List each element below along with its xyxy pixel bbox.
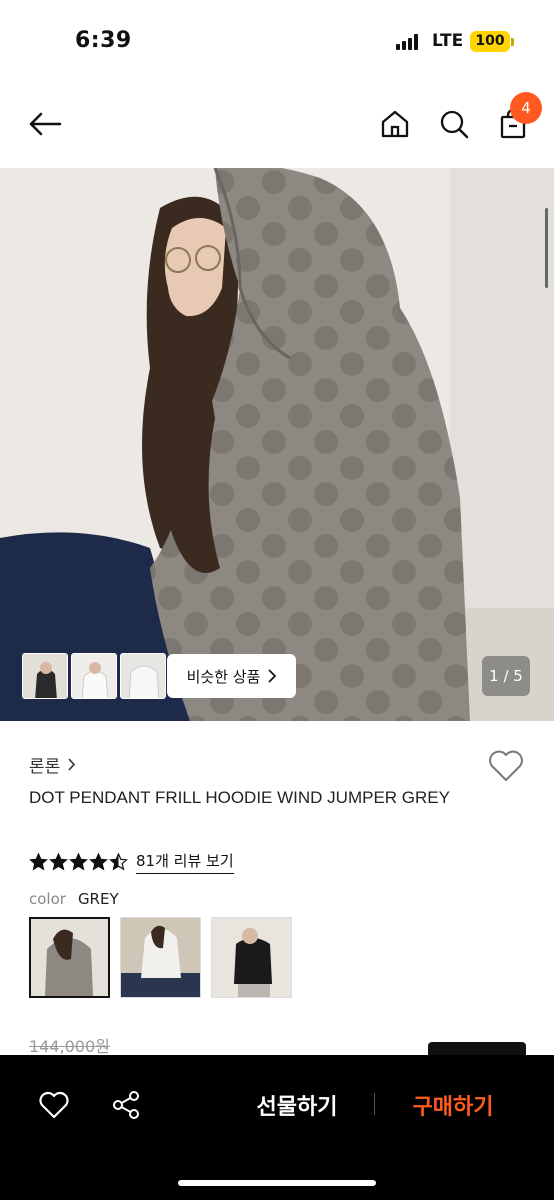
thumbnail-strip xyxy=(22,653,166,699)
thumbnail-3[interactable] xyxy=(120,653,166,699)
scrollbar[interactable] xyxy=(545,208,548,288)
bottom-action-bar: 선물하기 구매하기 xyxy=(0,1055,554,1200)
heart-icon xyxy=(489,750,523,781)
star-rating xyxy=(29,853,128,871)
similar-products-button[interactable]: 비슷한 상품 xyxy=(167,654,296,698)
share-button[interactable] xyxy=(108,1087,144,1123)
brand-link[interactable]: 론론 xyxy=(29,752,76,777)
share-icon xyxy=(113,1091,139,1119)
chevron-right-icon xyxy=(268,669,277,683)
product-name: DOT PENDANT FRILL HOODIE WIND JUMPER GRE… xyxy=(29,788,450,807)
signal-icon xyxy=(396,34,422,50)
bottom-wishlist-button[interactable] xyxy=(36,1087,72,1123)
app-header xyxy=(0,82,554,168)
star-icon xyxy=(109,853,128,871)
original-price: 144,000원 xyxy=(29,1037,110,1056)
star-icon xyxy=(69,853,88,871)
cart-count-badge: 4 xyxy=(510,92,542,124)
image-page-indicator: 1 / 5 xyxy=(482,656,530,696)
color-swatch-ivory[interactable] xyxy=(120,917,201,998)
battery-cap xyxy=(511,38,514,46)
network-label: LTE xyxy=(432,31,464,51)
star-icon xyxy=(49,853,68,871)
status-bar: 6:39 LTE 100 xyxy=(0,0,554,82)
back-arrow-icon xyxy=(29,112,62,136)
review-link[interactable]: 81개 리뷰 보기 xyxy=(136,850,234,874)
star-icon xyxy=(89,853,108,871)
color-swatches xyxy=(29,917,292,998)
home-indicator xyxy=(178,1180,376,1186)
color-swatch-black[interactable] xyxy=(211,917,292,998)
heart-icon xyxy=(39,1091,69,1119)
battery-icon: 100 xyxy=(470,31,510,52)
status-time: 6:39 xyxy=(75,28,132,53)
color-swatch-grey[interactable] xyxy=(29,917,110,998)
home-button[interactable] xyxy=(375,104,415,144)
color-row: color GREY xyxy=(29,890,119,908)
product-photo xyxy=(0,168,554,721)
divider xyxy=(374,1093,375,1115)
chevron-right-icon xyxy=(68,758,76,771)
color-label: color xyxy=(29,890,66,908)
gift-button[interactable]: 선물하기 xyxy=(238,1089,356,1121)
search-button[interactable] xyxy=(434,104,474,144)
search-icon xyxy=(440,110,469,139)
thumbnail-2[interactable] xyxy=(71,653,117,699)
product-image-carousel[interactable]: 비슷한 상품 1 / 5 xyxy=(0,168,554,721)
home-icon xyxy=(381,110,409,138)
thumbnail-1[interactable] xyxy=(22,653,68,699)
back-button[interactable] xyxy=(25,104,65,144)
brand-name: 론론 xyxy=(29,757,61,777)
buy-button[interactable]: 구매하기 xyxy=(394,1089,512,1121)
similar-products-label: 비슷한 상품 xyxy=(186,667,261,686)
wishlist-button[interactable] xyxy=(486,746,526,786)
color-value: GREY xyxy=(77,890,119,908)
star-icon xyxy=(29,853,48,871)
rating-row: 81개 리뷰 보기 xyxy=(29,850,234,874)
